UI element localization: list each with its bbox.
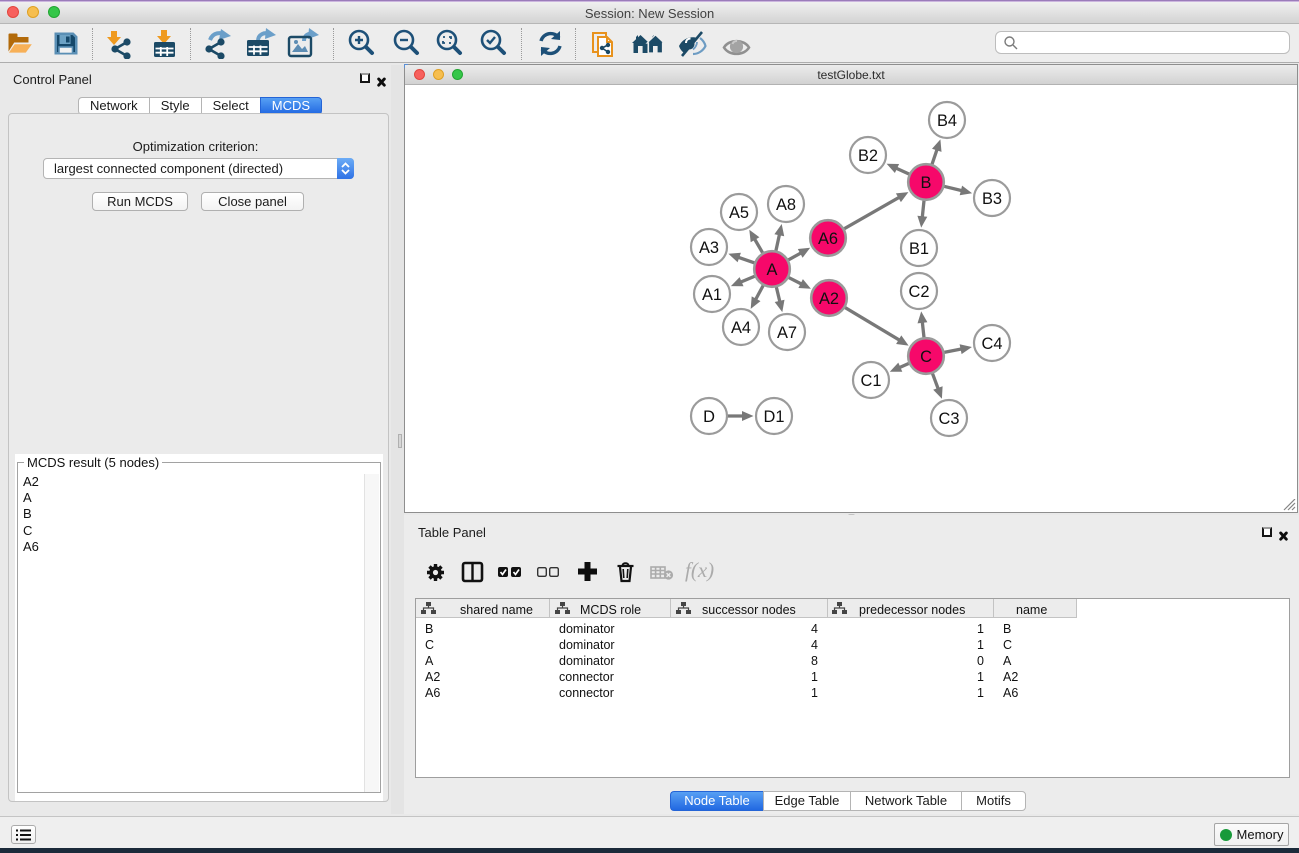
svg-text:A3: A3 <box>699 239 719 257</box>
svg-text:B4: B4 <box>937 112 957 130</box>
svg-text:C4: C4 <box>982 335 1003 353</box>
svg-text:D1: D1 <box>764 408 785 426</box>
svg-text:A7: A7 <box>777 324 797 342</box>
svg-text:A: A <box>767 261 778 279</box>
svg-text:A1: A1 <box>702 286 722 304</box>
svg-text:B3: B3 <box>982 190 1002 208</box>
svg-text:D: D <box>703 408 715 426</box>
svg-text:C3: C3 <box>939 410 960 428</box>
svg-text:C: C <box>920 348 932 366</box>
svg-text:C1: C1 <box>861 372 882 390</box>
svg-text:C2: C2 <box>909 283 930 301</box>
svg-text:B: B <box>921 174 932 192</box>
svg-text:A2: A2 <box>819 290 839 308</box>
svg-text:A5: A5 <box>729 204 749 222</box>
svg-text:A8: A8 <box>776 196 796 214</box>
svg-text:B2: B2 <box>858 147 878 165</box>
svg-text:B1: B1 <box>909 240 929 258</box>
svg-text:A4: A4 <box>731 319 751 337</box>
svg-text:A6: A6 <box>818 230 838 248</box>
